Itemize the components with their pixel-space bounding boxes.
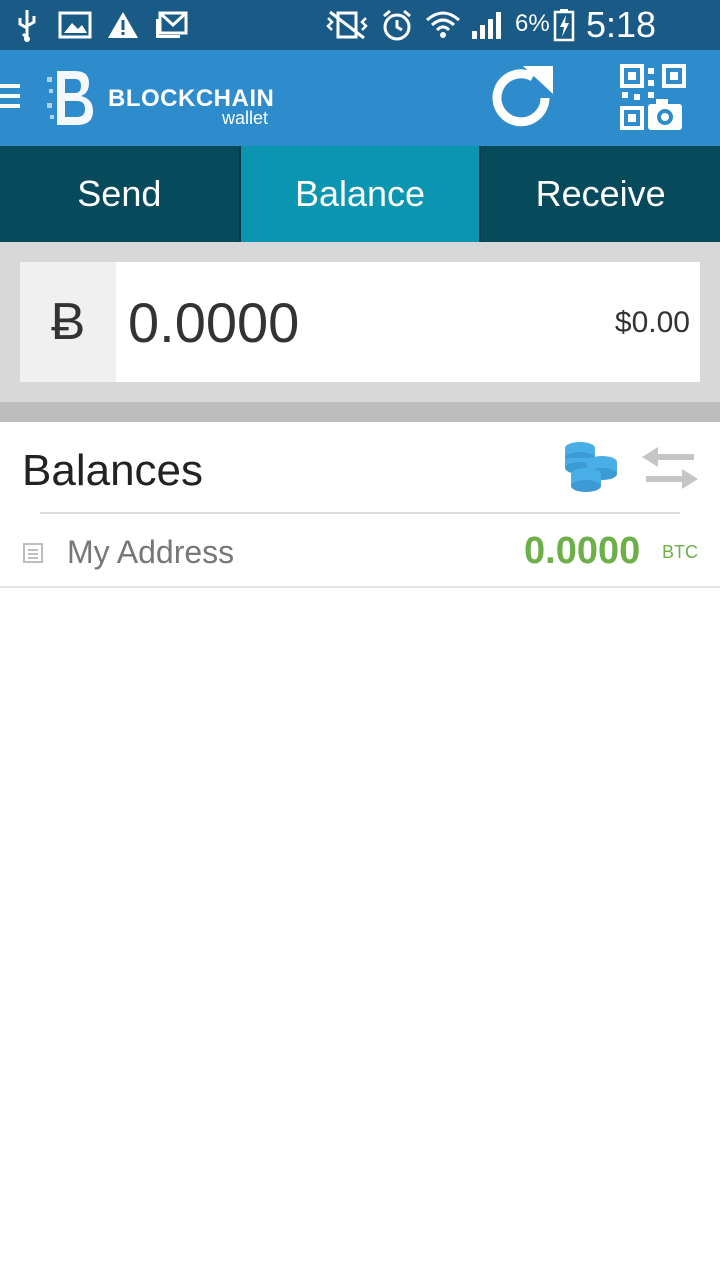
image-icon	[58, 8, 92, 42]
battery-percent: 6%	[515, 10, 550, 37]
status-bar: 6% 5:18 PM	[0, 0, 720, 87]
balance-area: Ƀ 0.0000 $0.00	[0, 242, 720, 402]
transfer-icon[interactable]	[640, 445, 700, 491]
vibrate-icon	[324, 8, 370, 42]
wifi-icon	[424, 8, 462, 42]
brand-subtitle: wallet	[222, 108, 269, 128]
app-header: BLOCKCHAIN wallet	[0, 50, 720, 146]
divider	[0, 402, 720, 422]
address-unit: BTC	[662, 542, 698, 562]
warning-icon	[106, 8, 140, 42]
tab-receive[interactable]: Receive	[481, 146, 720, 242]
usb-icon	[14, 8, 40, 42]
alarm-icon	[380, 8, 414, 42]
scan-qr-button[interactable]	[618, 64, 690, 134]
address-icon	[22, 542, 44, 564]
refresh-icon	[492, 66, 553, 127]
coins-icon[interactable]	[562, 438, 620, 494]
refresh-button[interactable]	[487, 62, 559, 134]
balance-fiat: $0.00	[614, 306, 690, 339]
tab-bar: Send Balance Receive	[0, 146, 720, 242]
address-label: My Address	[67, 534, 235, 570]
tab-balance[interactable]: Balance	[240, 146, 482, 242]
mail-icon	[154, 8, 188, 42]
tab-send[interactable]: Send	[0, 146, 241, 242]
address-amount: 0.0000	[524, 530, 641, 572]
qr-camera-icon	[620, 64, 686, 130]
balance-card[interactable]: Ƀ 0.0000 $0.00	[20, 262, 700, 382]
signal-icon	[470, 8, 506, 42]
balance-amount: 0.0000	[128, 291, 300, 354]
battery-charging-icon	[552, 8, 576, 42]
balances-title: Balances	[22, 446, 204, 495]
list-item[interactable]: My Address 0.0000 BTC	[0, 514, 720, 588]
blockchain-logo-icon	[45, 67, 97, 129]
bitcoin-icon: Ƀ	[50, 293, 86, 351]
currency-toggle[interactable]: Ƀ	[20, 262, 116, 382]
menu-icon[interactable]	[0, 84, 22, 114]
